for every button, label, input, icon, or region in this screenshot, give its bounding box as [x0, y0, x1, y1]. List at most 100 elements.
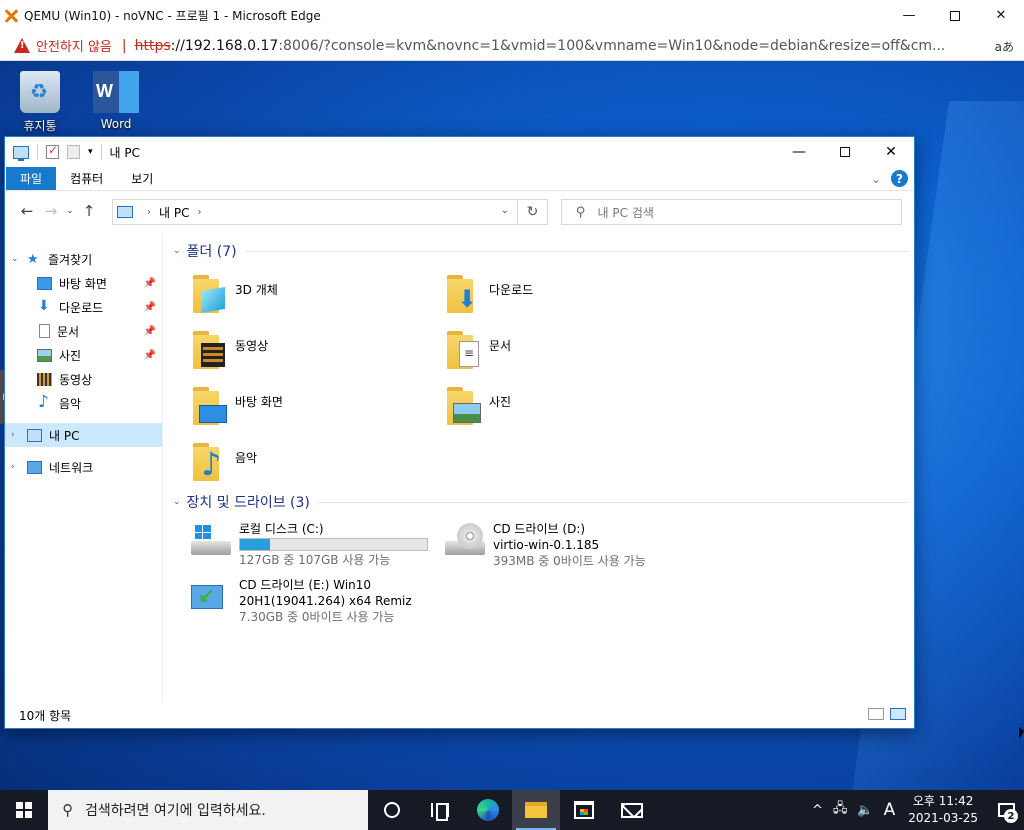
warning-icon[interactable]	[14, 38, 30, 53]
customize-toolbar-icon[interactable]: ▾	[88, 147, 93, 157]
sidebar-item-label: 즐겨찾기	[48, 252, 93, 267]
show-hidden-icons-icon[interactable]: ^	[807, 803, 828, 818]
folder-label: 동영상	[235, 339, 269, 353]
edge-taskbar-button[interactable]	[464, 790, 512, 830]
back-button[interactable]: ←	[15, 202, 39, 220]
folder-icon	[443, 327, 483, 369]
explorer-address-box[interactable]: › 내 PC › ⌄	[112, 199, 518, 225]
download-icon: ⬇	[457, 285, 478, 313]
tab-view[interactable]: 보기	[117, 167, 167, 190]
pictures-icon	[37, 348, 52, 362]
action-center-button[interactable]: 2	[988, 790, 1024, 830]
explorer-minimize-button[interactable]: —	[776, 137, 822, 167]
task-view-button[interactable]	[416, 790, 464, 830]
not-secure-label[interactable]: 안전하지 않음	[36, 36, 112, 55]
url-text[interactable]: ://192.168.0.17:8006/?console=kvm&novnc=…	[171, 38, 946, 54]
navigation-bar: ← → ⌄ ↑ › 내 PC › ⌄ ↻ ⚲ 내 PC 검색	[5, 191, 914, 231]
cortana-button[interactable]	[368, 790, 416, 830]
folder-videos[interactable]: 동영상	[189, 327, 268, 379]
sidebar-item-documents[interactable]: 문서 📌	[5, 319, 162, 343]
network-icon	[27, 460, 42, 474]
sidebar-item-videos[interactable]: 동영상	[5, 367, 162, 391]
recycle-bin-icon	[20, 71, 60, 113]
sidebar-item-network[interactable]: › 네트워크	[5, 455, 162, 479]
address-dropdown-icon[interactable]: ⌄	[501, 205, 509, 216]
folder-downloads[interactable]: ⬇ 다운로드	[443, 271, 533, 323]
video-icon	[37, 372, 52, 386]
mail-taskbar-button[interactable]	[608, 790, 656, 830]
recent-locations-button[interactable]: ⌄	[63, 206, 77, 216]
breadcrumb-this-pc[interactable]: 내 PC	[159, 204, 189, 221]
refresh-button[interactable]: ↻	[518, 199, 548, 225]
sidebar-item-label: 네트워크	[49, 460, 94, 475]
properties-icon[interactable]	[46, 143, 59, 159]
drive-label: virtio-win-0.1.185	[493, 538, 600, 552]
folder-documents[interactable]: 문서	[443, 327, 511, 379]
close-button[interactable]: ✕	[978, 0, 1024, 31]
task-view-icon	[431, 803, 449, 821]
3d-objects-icon	[201, 286, 225, 314]
expand-ribbon-icon[interactable]: ⌄	[871, 172, 881, 186]
disk-shape	[191, 541, 231, 555]
address-bar[interactable]: 안전하지 않음 | https ://192.168.0.17:8006/?co…	[0, 31, 1024, 61]
explorer-close-button[interactable]: ✕	[868, 137, 914, 167]
collapse-icon[interactable]: ⌄	[173, 246, 181, 256]
folder-desktop[interactable]: 바탕 화면	[189, 383, 283, 435]
drives-group-header[interactable]: ⌄ 장치 및 드라이브 (3)	[173, 492, 908, 512]
volume-muted-icon[interactable]: 🔈	[852, 803, 878, 818]
folder-music[interactable]: ♪ 음악	[189, 439, 257, 491]
sidebar-item-downloads[interactable]: 다운로드 📌	[5, 295, 162, 319]
tab-computer[interactable]: 컴퓨터	[56, 167, 117, 190]
drive-e[interactable]: CD 드라이브 (E:) Win10 20H1(19041.264) x64 R…	[187, 577, 412, 625]
sidebar-item-desktop[interactable]: 바탕 화면 📌	[5, 271, 162, 295]
details-view-icon[interactable]	[868, 708, 884, 720]
document-icon	[459, 341, 479, 367]
drive-name: CD 드라이브 (E:) Win10	[239, 578, 372, 592]
sidebar-item-music[interactable]: 음악	[5, 391, 162, 415]
collapse-icon[interactable]: ⌄	[173, 497, 181, 507]
divider	[244, 250, 908, 252]
clock[interactable]: 오후 11:42 2021-03-25	[900, 793, 988, 827]
folder-pictures[interactable]: 사진	[443, 383, 511, 435]
explorer-maximize-button[interactable]	[822, 137, 868, 167]
maximize-button[interactable]	[932, 0, 978, 31]
music-icon: ♪	[201, 445, 222, 483]
breadcrumb-separator[interactable]: ›	[147, 207, 151, 218]
taskbar-search-input[interactable]: ⚲ 검색하려면 여기에 입력하세요.	[48, 790, 368, 830]
file-explorer-taskbar-button[interactable]	[512, 790, 560, 830]
help-icon[interactable]: ?	[891, 170, 908, 187]
up-button[interactable]: ↑	[77, 202, 101, 220]
breadcrumb-separator[interactable]: ›	[197, 207, 201, 218]
explorer-search-input[interactable]: ⚲ 내 PC 검색	[561, 199, 902, 225]
word-shortcut[interactable]: Word	[86, 71, 146, 131]
url-scheme[interactable]: https	[135, 38, 171, 54]
network-icon[interactable]: 🖧	[828, 799, 853, 821]
sidebar-item-pictures[interactable]: 사진 📌	[5, 343, 162, 367]
drive-space: 7.30GB 중 0바이트 사용 가능	[239, 610, 395, 624]
read-aloud-icon[interactable]: aあ	[995, 38, 1014, 55]
store-taskbar-button[interactable]	[560, 790, 608, 830]
recycle-bin-shortcut[interactable]: 휴지통	[10, 71, 70, 134]
drive-c[interactable]: 로컬 디스크 (C:) 127GB 중 107GB 사용 가능	[187, 521, 428, 568]
large-icons-view-icon[interactable]	[890, 708, 906, 720]
minimize-button[interactable]: —	[886, 0, 932, 31]
drive-d[interactable]: CD 드라이브 (D:) virtio-win-0.1.185 393MB 중 …	[441, 521, 646, 569]
expand-icon[interactable]: ›	[11, 462, 23, 472]
notification-count: 2	[1004, 809, 1018, 823]
download-icon	[37, 298, 52, 314]
pin-icon: 📌	[143, 301, 156, 313]
new-folder-icon[interactable]	[67, 145, 80, 159]
start-button[interactable]	[0, 790, 48, 830]
tab-file[interactable]: 파일	[6, 167, 57, 190]
view-buttons	[868, 708, 906, 720]
sidebar-item-this-pc[interactable]: › 내 PC	[5, 423, 162, 447]
expand-icon[interactable]: ›	[11, 430, 23, 440]
search-placeholder: 검색하려면 여기에 입력하세요.	[85, 803, 266, 819]
cd-drive-icon	[441, 521, 491, 567]
sidebar-item-quick-access[interactable]: ⌄ ★ 즐겨찾기	[5, 247, 162, 271]
forward-button[interactable]: →	[39, 202, 63, 220]
folders-group-header[interactable]: ⌄ 폴더 (7)	[173, 241, 908, 261]
folder-3d-objects[interactable]: 3D 개체	[189, 271, 278, 323]
input-method-icon[interactable]: A	[879, 800, 901, 820]
collapse-icon[interactable]: ⌄	[11, 254, 23, 264]
